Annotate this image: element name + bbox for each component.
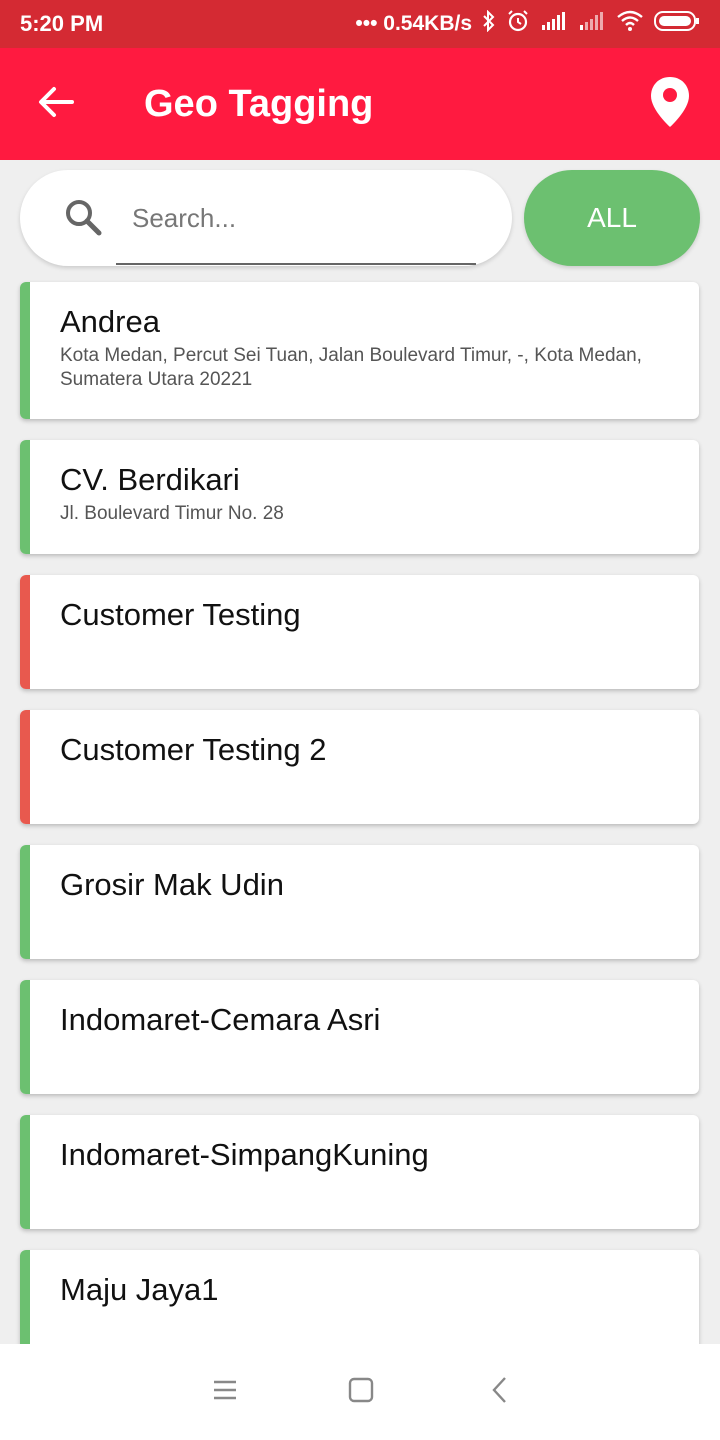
tag-status-indicator — [20, 710, 30, 824]
tag-status-indicator — [20, 1115, 30, 1229]
tag-status-indicator — [20, 1250, 30, 1344]
status-time: 5:20 PM — [20, 11, 104, 36]
customer-card[interactable]: Indomaret-Cemara Asri — [20, 980, 699, 1094]
back-button[interactable] — [28, 76, 84, 132]
signal-icon — [578, 11, 606, 37]
search-icon — [62, 196, 106, 240]
customer-card[interactable]: Maju Jaya1 — [20, 1250, 699, 1344]
home-square-icon — [348, 1377, 374, 1408]
map-button[interactable] — [646, 76, 694, 132]
customer-name: Maju Jaya1 — [60, 1272, 219, 1307]
home-button[interactable] — [341, 1372, 381, 1412]
customer-card[interactable]: Customer Testing — [20, 575, 699, 689]
search-row: ALL — [0, 160, 720, 280]
tag-status-indicator — [20, 980, 30, 1094]
customer-name: Grosir Mak Udin — [60, 867, 284, 902]
tag-status-indicator — [20, 282, 30, 419]
page-title: Geo Tagging — [144, 82, 374, 125]
location-pin-icon — [650, 76, 690, 133]
customer-name: Customer Testing 2 — [60, 732, 327, 767]
menu-button[interactable] — [205, 1372, 245, 1412]
customer-list[interactable]: Andrea Kota Medan, Percut Sei Tuan, Jalan… — [0, 280, 720, 1344]
search-box — [20, 170, 512, 266]
network-speed: ••• 0.54KB/s — [355, 12, 472, 35]
customer-address: Jl. Boulevard Timur No. 28 — [60, 503, 284, 524]
filter-all-button[interactable]: ALL — [524, 170, 700, 266]
customer-name: Andrea — [60, 304, 160, 339]
bluetooth-icon — [482, 9, 496, 38]
customer-name: Indomaret-SimpangKuning — [60, 1137, 429, 1172]
tag-status-indicator — [20, 845, 30, 959]
customer-name: Customer Testing — [60, 597, 301, 632]
system-nav-bar — [0, 1344, 720, 1440]
customer-card[interactable]: Grosir Mak Udin — [20, 845, 699, 959]
search-input[interactable] — [132, 192, 488, 244]
customer-name: CV. Berdikari — [60, 462, 240, 497]
customer-address: Kota Medan, Percut Sei Tuan, Jalan Boule… — [60, 345, 642, 390]
search-underline — [116, 263, 476, 265]
menu-icon — [212, 1379, 238, 1406]
tag-status-indicator — [20, 575, 30, 689]
back-chevron-icon — [490, 1376, 510, 1409]
customer-card[interactable]: Indomaret-SimpangKuning — [20, 1115, 699, 1229]
signal-icon — [540, 11, 568, 37]
customer-card[interactable]: Customer Testing 2 — [20, 710, 699, 824]
app-bar: Geo Tagging — [0, 48, 720, 160]
customer-card[interactable]: CV. Berdikari Jl. Boulevard Timur No. 28 — [20, 440, 699, 554]
arrow-left-icon — [38, 86, 74, 123]
back-nav-button[interactable] — [480, 1372, 520, 1412]
customer-card[interactable]: Andrea Kota Medan, Percut Sei Tuan, Jalan… — [20, 282, 699, 419]
wifi-icon — [616, 10, 644, 38]
alarm-icon — [506, 9, 530, 39]
battery-icon — [654, 10, 700, 38]
status-bar: 5:20 PM ••• 0.54KB/s — [0, 0, 720, 48]
tag-status-indicator — [20, 440, 30, 554]
customer-name: Indomaret-Cemara Asri — [60, 1002, 381, 1037]
status-icons: ••• 0.54KB/s — [355, 9, 700, 39]
